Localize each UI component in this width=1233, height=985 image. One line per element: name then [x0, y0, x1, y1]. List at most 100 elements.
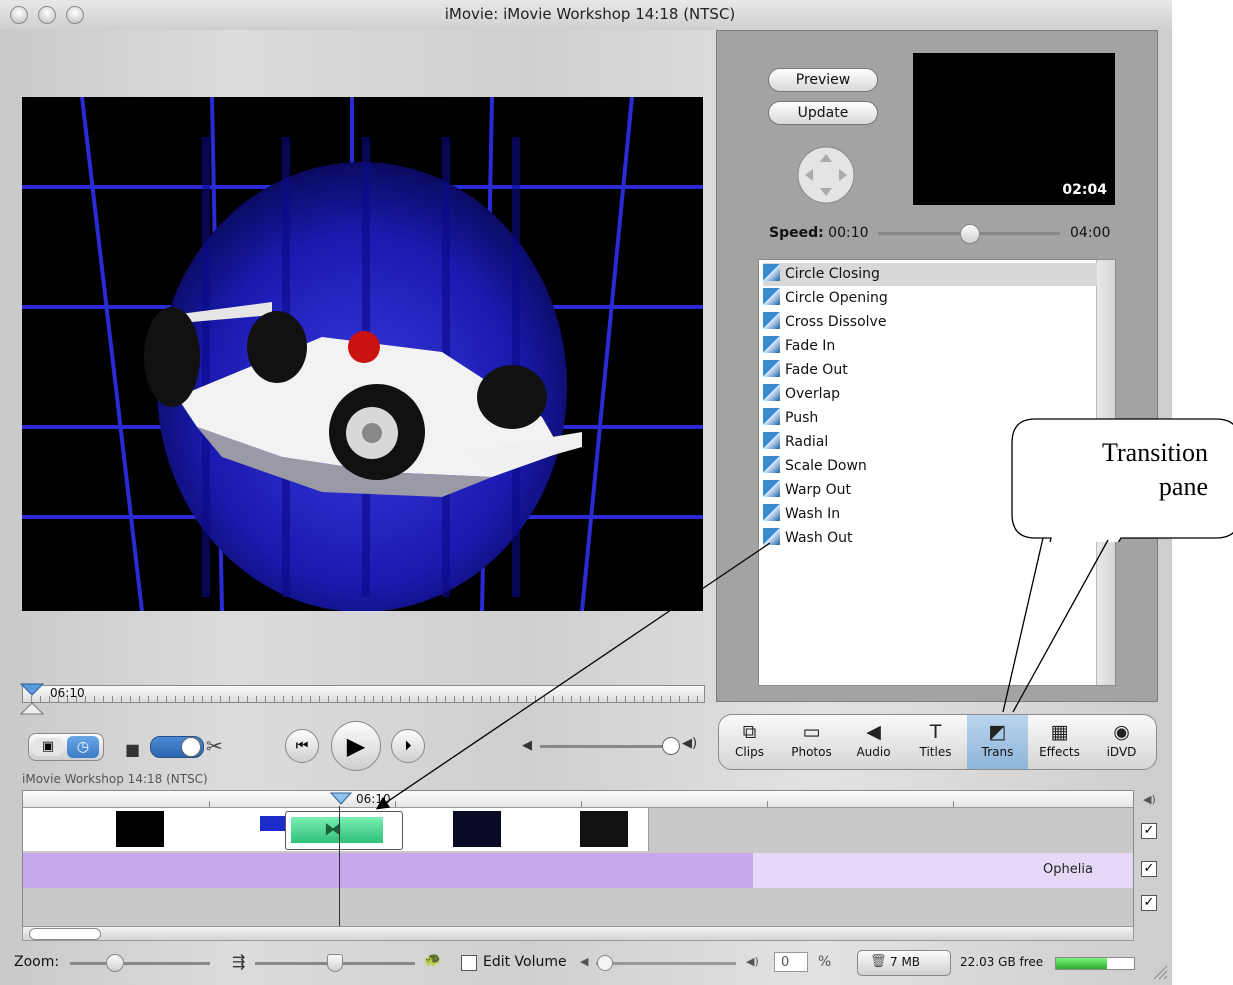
trash-button[interactable]: 🗑 7 MB — [857, 950, 951, 976]
scrubber-tick — [355, 696, 356, 702]
transition-item[interactable]: Circle Opening — [763, 287, 1097, 310]
tab-idvd[interactable]: ◉ iDVD — [1091, 715, 1152, 769]
volume-slider[interactable] — [540, 745, 672, 748]
timeline-playhead-icon[interactable] — [330, 792, 352, 806]
scrubber-tick — [580, 696, 581, 702]
scrubber-tick — [292, 696, 293, 702]
scrubber-tick — [418, 696, 419, 702]
transition-item[interactable]: Fade Out — [763, 359, 1097, 382]
speed-label: Speed: 00:10 — [769, 225, 869, 241]
transition-item[interactable]: Fade In — [763, 335, 1097, 358]
video-clip-4[interactable] — [580, 811, 628, 847]
scrubber-tick — [301, 696, 302, 702]
transition-item-label: Wash Out — [785, 530, 853, 546]
close-window-button[interactable] — [10, 6, 28, 24]
scrubber-tick — [679, 696, 680, 702]
ruler-tick — [767, 801, 768, 807]
transition-icon — [763, 288, 780, 305]
resize-grip-icon[interactable] — [1150, 962, 1168, 980]
scrubber-tick — [328, 696, 329, 702]
video-clip-3[interactable] — [453, 811, 501, 847]
minimize-window-button[interactable] — [38, 6, 56, 24]
tab-audio[interactable]: ◀ Audio — [843, 715, 904, 769]
transition-item-label: Cross Dissolve — [785, 314, 887, 330]
zoom-slider[interactable] — [70, 962, 210, 965]
project-label: iMovie Workshop 14:18 (NTSC) — [22, 772, 208, 786]
transition-item[interactable]: Overlap — [763, 383, 1097, 406]
tab-trans[interactable]: ◩ Trans — [967, 715, 1028, 769]
volume-percent-field[interactable]: 0 — [774, 952, 808, 972]
edit-volume-checkbox[interactable] — [461, 955, 477, 971]
ruler-tick — [953, 801, 954, 807]
scrubber-tick — [490, 696, 491, 702]
timeline-view-icon[interactable]: ◷ — [67, 736, 99, 758]
edit-volume-slider[interactable] — [596, 962, 736, 965]
video-clip-1[interactable] — [116, 811, 164, 847]
transition-icon — [763, 336, 780, 353]
tab-clips[interactable]: ⧉ Clips — [719, 715, 780, 769]
transition-item-label: Wash In — [785, 506, 841, 522]
update-button[interactable]: Update — [768, 101, 878, 125]
scrubber-playhead-icon[interactable] — [20, 683, 46, 715]
timeline[interactable]: ⧓ Ophelia — [22, 790, 1134, 931]
speed-slider-knob[interactable] — [960, 224, 980, 244]
transition-icon — [763, 480, 780, 497]
scrubber-tick — [652, 696, 653, 702]
rewind-button[interactable]: ⏮ — [285, 729, 319, 763]
scrubber-tick — [499, 696, 500, 702]
scrubber-tick — [526, 696, 527, 702]
zoom-window-button[interactable] — [66, 6, 84, 24]
scrubber-tick — [427, 696, 428, 702]
scrubber-tick — [571, 696, 572, 702]
tab-label: Titles — [919, 745, 952, 759]
transition-item-label: Circle Opening — [785, 290, 888, 306]
scrubber-bar[interactable] — [22, 685, 705, 703]
callout-text: Transition pane — [1030, 436, 1208, 504]
video-clip-2[interactable] — [260, 816, 285, 831]
zoom-slider-knob[interactable] — [106, 954, 124, 972]
timeline-scroll-thumb[interactable] — [29, 928, 101, 940]
camera-icon: ■ — [125, 740, 141, 759]
direction-control[interactable] — [797, 146, 855, 204]
transition-icon — [763, 384, 780, 401]
volume-slider-knob[interactable] — [662, 737, 680, 755]
scrubber-tick — [85, 696, 86, 702]
scrubber-tick — [229, 696, 230, 702]
video-viewer[interactable] — [22, 97, 703, 611]
transition-clip[interactable]: ⧓ — [285, 811, 403, 850]
audio-track[interactable]: Ophelia — [23, 853, 1133, 888]
transition-item[interactable]: Circle Closing — [763, 263, 1097, 286]
scrubber-tick — [436, 696, 437, 702]
transition-item[interactable]: Cross Dissolve — [763, 311, 1097, 334]
preview-button[interactable]: Preview — [768, 68, 878, 92]
scrubber-tick — [238, 696, 239, 702]
transition-icon — [763, 312, 780, 329]
video-track[interactable]: ⧓ — [23, 808, 649, 851]
play-button[interactable]: ▶ — [331, 721, 381, 771]
tab-titles[interactable]: T Titles — [905, 715, 966, 769]
scrubber-tick — [184, 696, 185, 702]
scrubber-tick — [103, 696, 104, 702]
timeline-ruler[interactable] — [23, 791, 1133, 808]
edit-volume-low-icon: ◀ — [580, 955, 589, 968]
edit-volume-knob[interactable] — [597, 955, 613, 971]
transition-icon — [763, 456, 780, 473]
transition-item-label: Radial — [785, 434, 829, 450]
trans-icon: ◩ — [988, 721, 1007, 743]
clip-view-icon[interactable]: ▣ — [33, 738, 63, 756]
title-bar[interactable]: iMovie: iMovie Workshop 14:18 (NTSC) — [0, 0, 1172, 30]
camera-edit-toggle[interactable] — [150, 736, 204, 758]
tab-effects[interactable]: ▦ Effects — [1029, 715, 1090, 769]
audio-track-1-checkbox[interactable]: ✓ — [1141, 861, 1157, 877]
video-track-checkbox[interactable]: ✓ — [1141, 823, 1157, 839]
audio-track-2-checkbox[interactable]: ✓ — [1141, 895, 1157, 911]
scrubber-tick — [274, 696, 275, 702]
play-fullscreen-button[interactable]: ⏵ — [391, 729, 425, 763]
timeline-scrollbar[interactable] — [22, 926, 1134, 941]
scrubber-tick — [589, 696, 590, 702]
edit-mode-switch[interactable]: ▣ ◷ — [28, 733, 104, 761]
scrubber-tick — [616, 696, 617, 702]
scrubber-tick — [535, 696, 536, 702]
speed-adjust-knob[interactable] — [327, 954, 343, 972]
tab-photos[interactable]: ▭ Photos — [781, 715, 842, 769]
